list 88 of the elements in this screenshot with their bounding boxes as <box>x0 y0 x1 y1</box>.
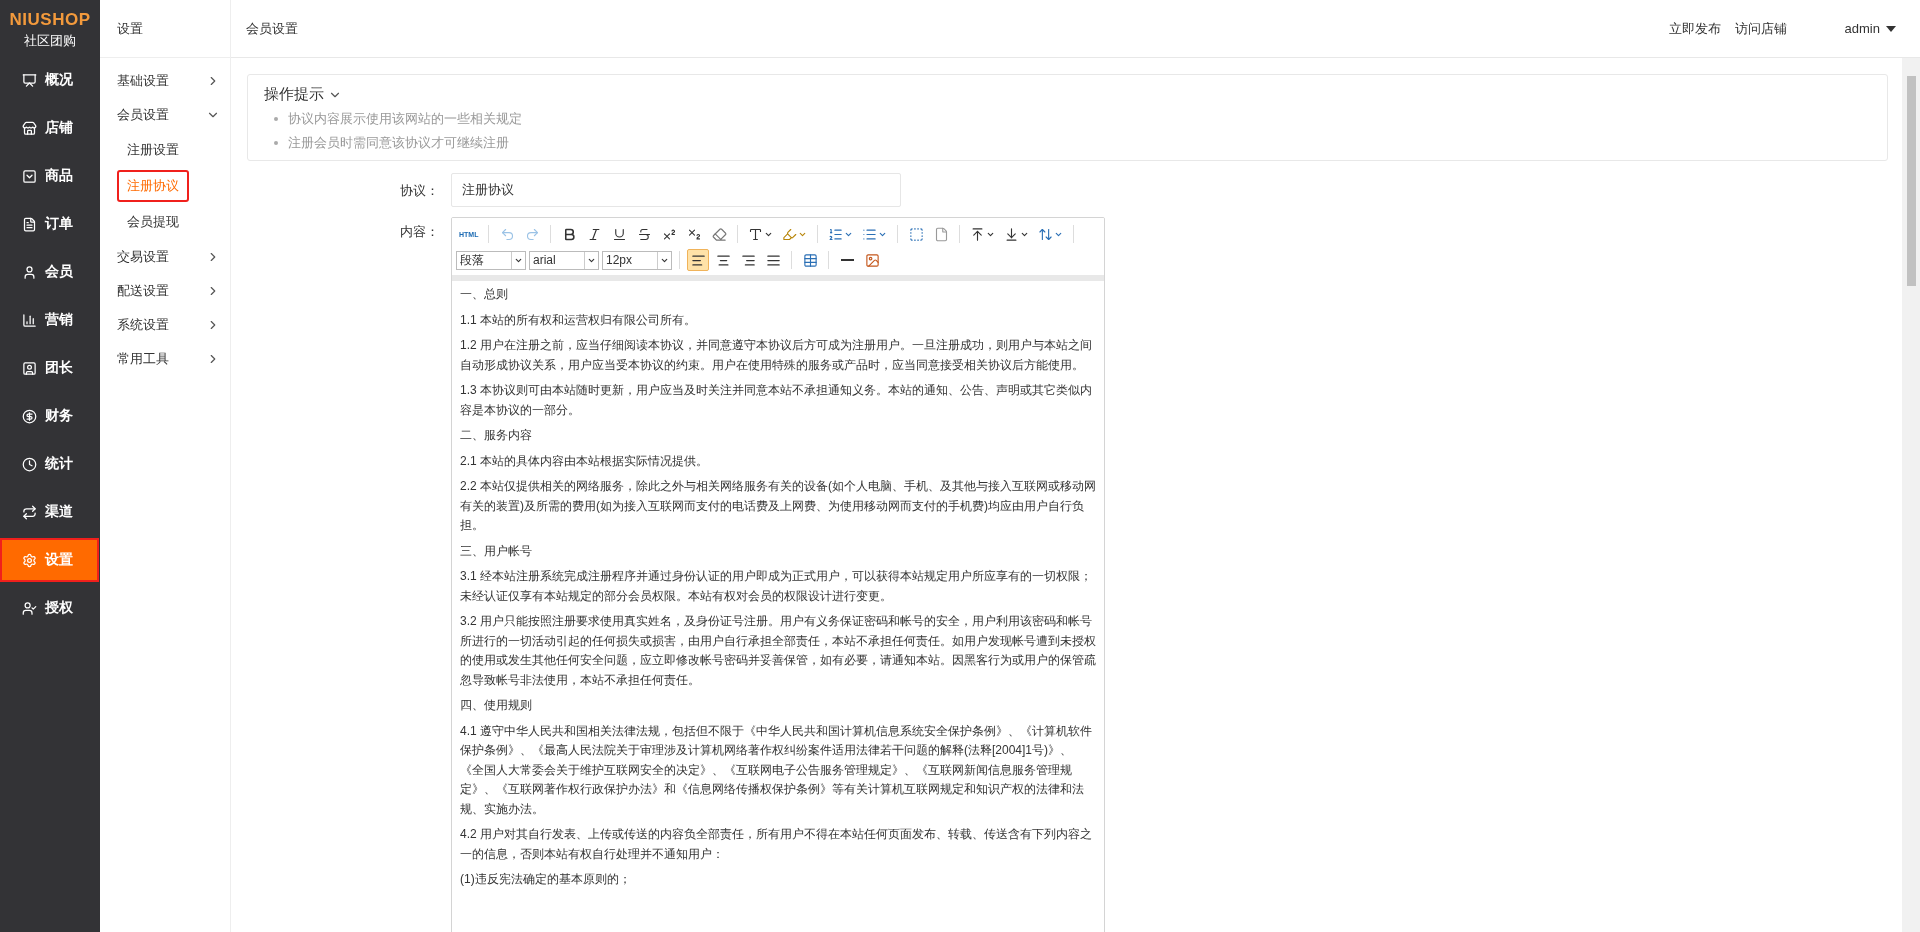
clock-icon <box>22 456 37 472</box>
highlight-icon <box>782 226 798 242</box>
logo-text: NIUSHOP <box>9 10 91 30</box>
table-icon <box>802 252 818 268</box>
chart-icon <box>22 72 37 88</box>
agreement-paragraph: (1)违反宪法确定的基本原则的； <box>460 871 632 888</box>
swap-icon <box>22 504 37 520</box>
agreement-paragraph: 二、服务内容 <box>460 427 533 444</box>
badge-icon <box>22 360 37 376</box>
field-label: 协议： <box>399 182 440 200</box>
menu-item[interactable]: 会员提现 <box>117 206 189 238</box>
user-check-icon <box>22 600 37 616</box>
field-label: 内容： <box>399 223 440 241</box>
ordered-list-icon <box>828 226 844 242</box>
agreement-paragraph: 3.1 经本站注册系统完成注册程序并通过身份认证的用户即成为正式用户，可以获得本站规定用户所应享有的一切权限；未经认证仅享有本站规定的部分会员权限。本站有权对会员的权限设计进行变更。 <box>460 568 1093 605</box>
agreement-paragraph: 2.2 本站仅提供相关的网络服务，除此之外与相关网络服务有关的设备(如个人电脑、手机、及其他与接入互联网或移动网有关的装置)及所需的费用(如为接入互联网而支付的电话费及上网费、为使用移动网而支付的手机费)均应由用户自行负担。 <box>460 478 1096 534</box>
align-justify-icon <box>765 252 781 268</box>
nav-item[interactable]: 统计 <box>0 442 100 486</box>
agreement-paragraph: 3.2 用户只能按照注册要求使用真实姓名，及身份证号注册。用户有义务保证密码和帐号的安全，用户利用该密码和帐号所进行的一切活动引起的任何损失或损害，由用户自行承担全部责任，本站不承担任何责任。如用户发现帐号遭到未授权的使用或发生其他任何安全问题，应立即修改帐号密码并妥善保管，如有必要，请通知本站。因黑客行为或用户的保管疏忽导致帐号非法使用，本站不承担任何责任。 <box>460 613 1096 689</box>
menu-group[interactable]: 会员设置 <box>100 98 230 132</box>
font-select[interactable]: arial <box>529 250 599 270</box>
paragraph-select[interactable]: 段落 <box>456 250 526 270</box>
menu-group[interactable]: 系统设置 <box>100 308 230 342</box>
tip-text: 协议内容展示使用该网站的一些相关规定 <box>288 110 522 128</box>
redo-icon <box>524 226 540 242</box>
select-all-icon <box>908 226 924 242</box>
bar-chart-icon <box>22 312 37 328</box>
scrollbar-thumb[interactable] <box>1906 76 1916 286</box>
menu-item[interactable]: 注册设置 <box>117 134 189 166</box>
line-height-icon <box>1038 226 1054 242</box>
nav-item[interactable]: 团长 <box>0 346 100 390</box>
font-color-icon <box>748 226 764 242</box>
agreement-paragraph: 4.2 用户对其自行发表、上传或传送的内容负全部责任，所有用户不得在本站任何页面发布、转载、传送含有下列内容之一的信息，否则本站有权自行处理并不通知用户： <box>460 826 1093 863</box>
nav-item[interactable]: 概况 <box>0 58 100 102</box>
image-icon <box>864 252 880 268</box>
document-icon <box>22 216 37 232</box>
subscript-icon <box>686 226 702 242</box>
nav-item[interactable]: 财务 <box>0 394 100 438</box>
agreement-paragraph: 一、总则 <box>460 286 509 303</box>
eraser-icon <box>711 226 727 242</box>
money-icon <box>22 408 37 424</box>
menu-group[interactable]: 基础设置 <box>100 64 230 98</box>
dropdown-triangle-icon <box>1886 25 1896 32</box>
nav-item[interactable]: 店铺 <box>0 106 100 150</box>
agreement-paragraph: 2.1 本站的具体内容由本站根据实际情况提供。 <box>460 452 709 470</box>
italic-icon <box>586 226 602 242</box>
horizontal-rule-icon <box>840 259 854 261</box>
agreement-paragraph: 1.3 本协议则可由本站随时更新，用户应当及时关注并同意本站不承担通知义务。本站的通知、公告、声明或其它类似内容是本协议的一部分。 <box>460 382 1093 419</box>
align-left-icon <box>690 252 706 268</box>
align-right-icon <box>740 252 756 268</box>
tips-toggle[interactable]: 操作提示 <box>264 85 1871 104</box>
agreement-paragraph: 1.1 本站的所有权和运营权归有限公司所有。 <box>460 311 697 329</box>
font-size-select[interactable]: 12px <box>602 250 672 270</box>
nav-item[interactable]: 会员 <box>0 250 100 294</box>
align-left-button[interactable] <box>687 249 709 271</box>
store-icon <box>22 120 37 136</box>
agreement-paragraph: 1.2 用户在注册之前，应当仔细阅读本协议，并同意遵守本协议后方可成为注册用户。一旦注册成功，则用户与本站之间自动形成协议关系，用户应当受本协议的约束。用户在使用特殊的服务或产品时，应当同意接受相关协议后方能使用。 <box>460 337 1093 374</box>
bullet-dot <box>274 141 278 145</box>
strikethrough-icon <box>636 226 652 242</box>
user-menu[interactable]: admin <box>1844 21 1896 36</box>
menu-group[interactable]: 配送设置 <box>100 274 230 308</box>
user-icon <box>22 264 37 280</box>
nav-item[interactable]: 商品 <box>0 154 100 198</box>
agreement-paragraph: 4.1 遵守中华人民共和国相关法律法规，包括但不限于《中华人民共和国计算机信息系统安全保护条例》、《计算机软件保护条例》、《最高人民法院关于审理涉及计算机网络著作权纠纷案件适用法律若干问题的解释(法释[2004]1号)》、《全国人大常委会关于维护互联网安全的决定》、《互联网电子公告服务管理规定》、《互联网新闻信息服务管理规定》、《互联网著作权行政保护办法》和《信息网络传播权保护条例》等有关计算机互联网规定和知识产权的法律和法规、实施办法。 <box>460 722 1093 818</box>
title-input[interactable]: 注册协议 <box>451 173 901 207</box>
settings-icon <box>22 552 37 568</box>
scrollbar[interactable] <box>1902 58 1920 932</box>
align-center-icon <box>715 252 731 268</box>
undo-icon <box>499 226 515 242</box>
menu-group[interactable]: 交易设置 <box>100 240 230 274</box>
clear-document-icon <box>933 226 949 242</box>
tip-text: 注册会员时需同意该协议才可继续注册 <box>288 134 509 152</box>
header-link[interactable]: 访问店铺 <box>1734 19 1787 38</box>
menu-group[interactable]: 常用工具 <box>100 342 230 376</box>
sidebar-title: 设置 <box>100 0 230 58</box>
nav-item[interactable]: 订单 <box>0 202 100 246</box>
agreement-paragraph: 四、使用规则 <box>460 697 533 714</box>
bullet-dot <box>274 117 278 121</box>
nav-item[interactable]: 渠道 <box>0 490 100 534</box>
bullet-list-icon <box>862 226 878 242</box>
agreement-paragraph: 三、用户帐号 <box>460 542 533 560</box>
nav-item[interactable]: 营销 <box>0 298 100 342</box>
underline-icon <box>611 226 627 242</box>
logo-subtitle: 社区团购 <box>24 32 76 50</box>
header-link[interactable]: 立即发布 <box>1668 19 1721 38</box>
nav-item[interactable]: 授权 <box>0 586 100 630</box>
superscript-icon <box>661 226 677 242</box>
breadcrumb: 会员设置 <box>246 19 299 38</box>
